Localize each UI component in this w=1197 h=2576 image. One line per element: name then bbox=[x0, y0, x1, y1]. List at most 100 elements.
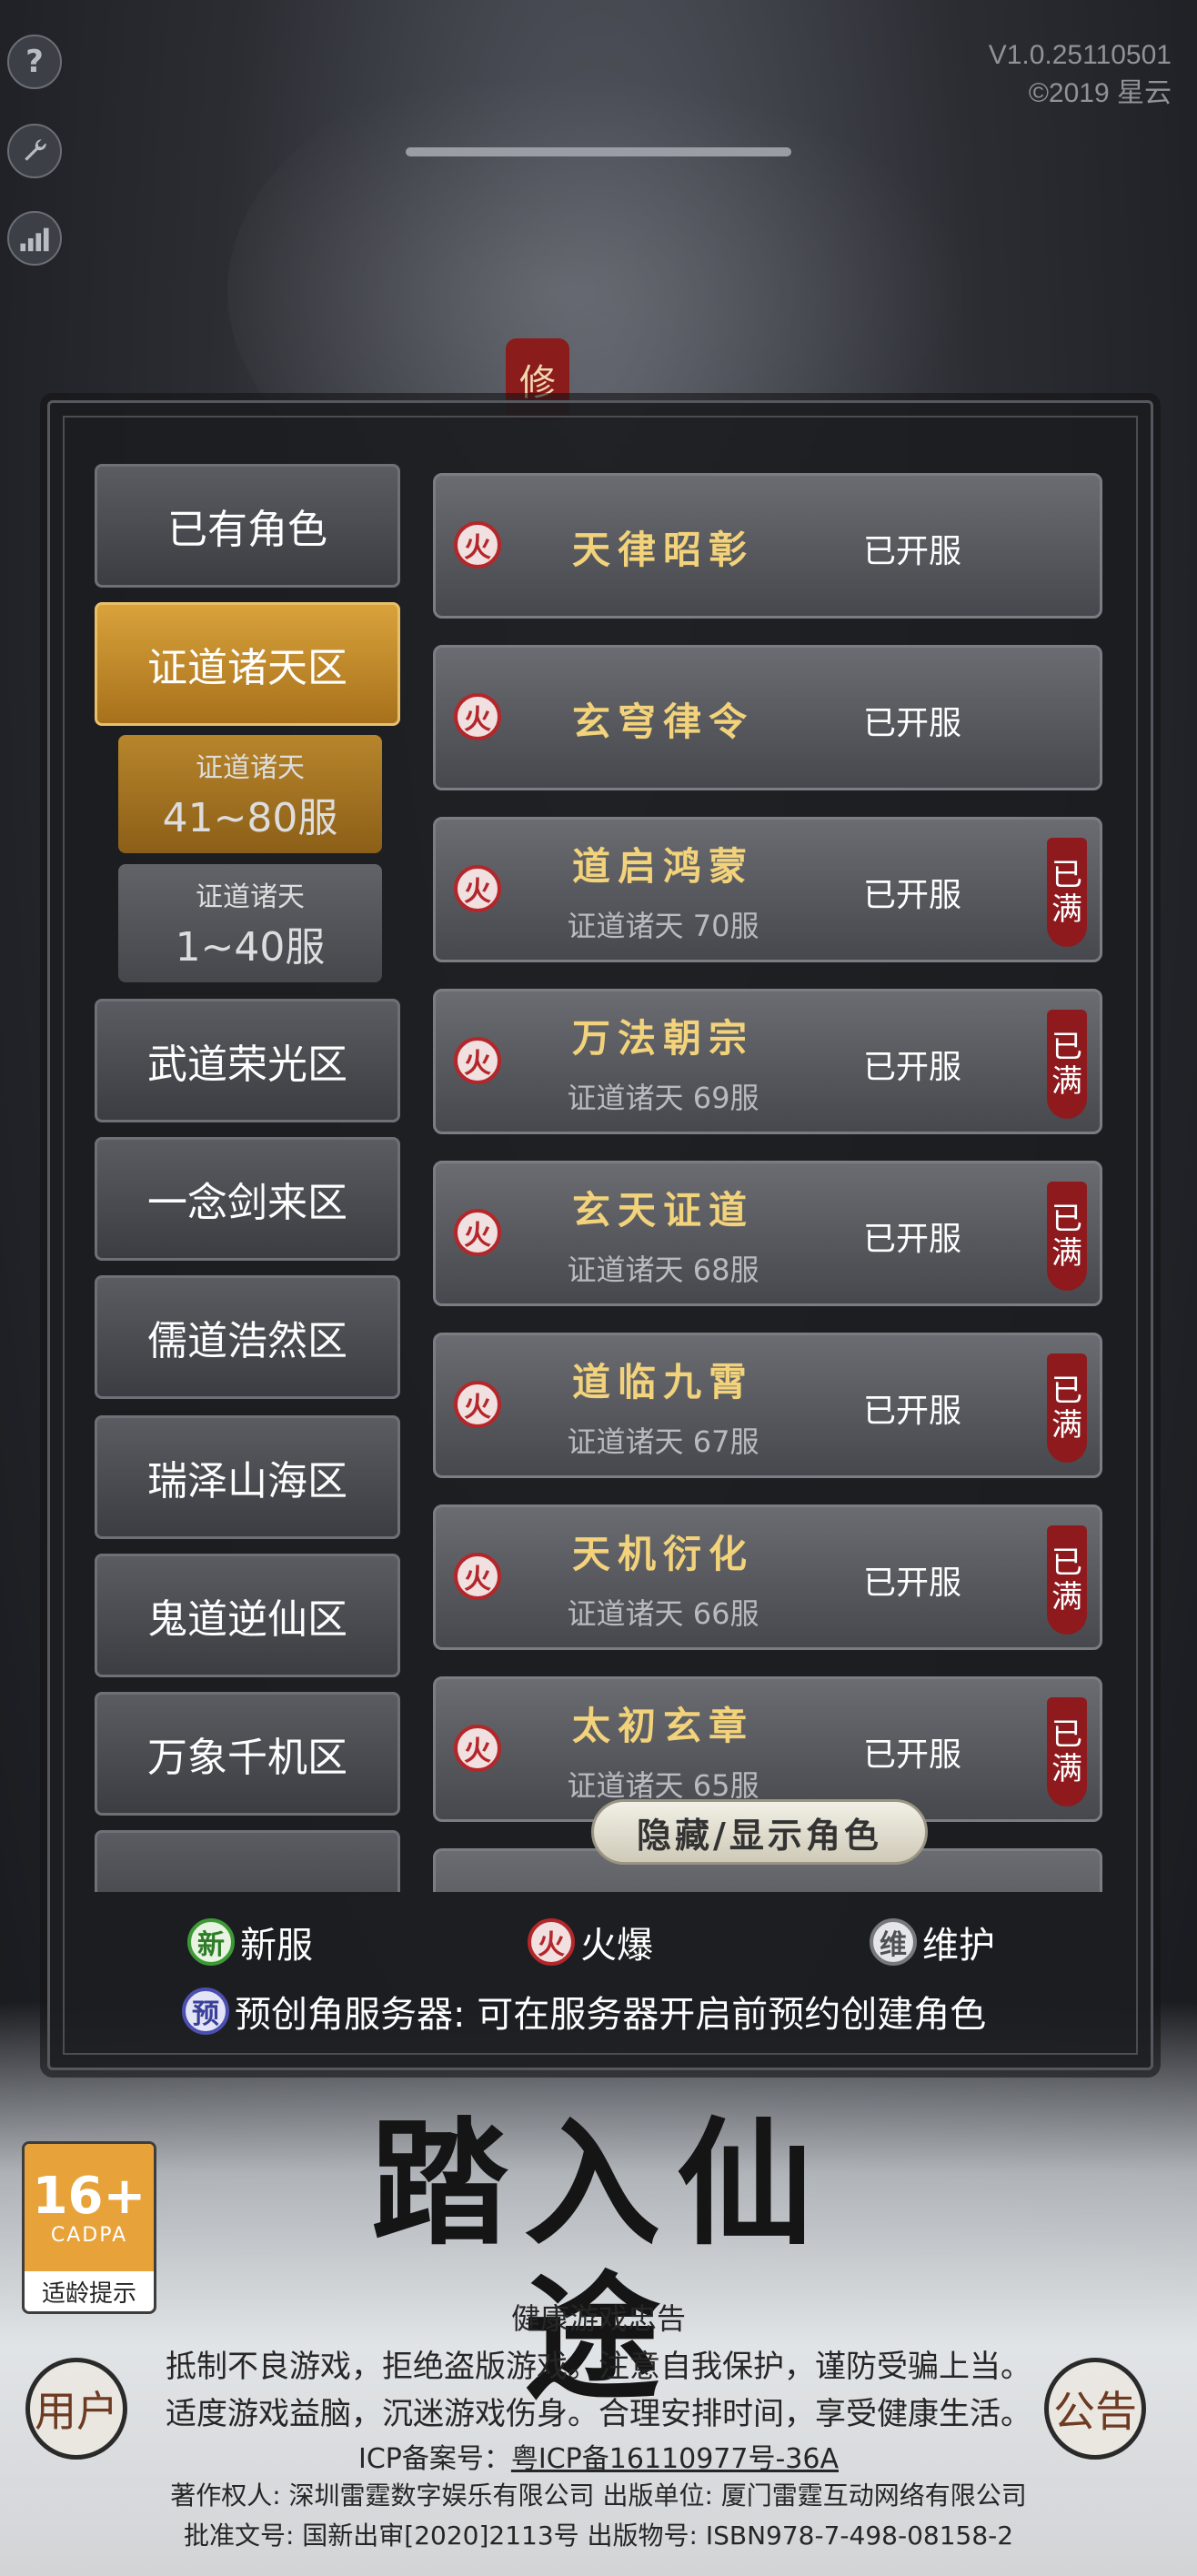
subrange-range: 1~40服 bbox=[175, 924, 326, 971]
full-tag: 已满 bbox=[1047, 1525, 1087, 1635]
fire-icon: 火 bbox=[454, 1381, 501, 1428]
server-row[interactable]: 火 万法朝宗证道诸天 69服 已开服 已满 bbox=[433, 989, 1102, 1134]
server-status: 已开服 bbox=[863, 1221, 962, 1258]
enter-game-button[interactable]: 踏入仙途 bbox=[300, 2107, 900, 2416]
server-name: 道启鸿蒙 bbox=[571, 844, 754, 889]
icp-label: ICP备案号： bbox=[358, 2443, 511, 2475]
server-row[interactable]: 火 天律昭彰 已开服 bbox=[433, 473, 1102, 619]
full-tag-char: 已 bbox=[1051, 1716, 1082, 1753]
category-guidao[interactable]: 鬼道逆仙区 bbox=[95, 1554, 400, 1677]
fire-icon: 火 bbox=[454, 1209, 501, 1256]
fire-icon: 火 bbox=[454, 865, 501, 912]
server-name: 太初玄章 bbox=[571, 1704, 754, 1748]
category-partial[interactable] bbox=[95, 1830, 400, 1892]
drag-handle[interactable] bbox=[406, 147, 791, 156]
server-row[interactable]: 火 道启鸿蒙 证道诸天 70服 已开服 已满 bbox=[433, 817, 1102, 962]
health-notice-line2: 适度游戏益脑，沉迷游戏伤身。合理安排时间，享受健康生活。 bbox=[166, 2396, 1031, 2432]
help-icon[interactable]: ? bbox=[7, 35, 62, 89]
health-notice-line1: 抵制不良游戏，拒绝盗版游戏。注意自我保护，谨防受骗上当。 bbox=[166, 2349, 1031, 2385]
fire-icon: 火 bbox=[454, 1037, 501, 1084]
legend-hot-label: 火爆 bbox=[580, 1925, 653, 1967]
maintenance-icon: 维 bbox=[870, 1918, 917, 1966]
server-subtitle: 证道诸天 67服 bbox=[567, 1424, 759, 1459]
copyright-short: ©2019 星云 bbox=[1028, 78, 1172, 108]
server-name: 万法朝宗 bbox=[571, 1016, 754, 1061]
full-tag: 已满 bbox=[1047, 1010, 1087, 1119]
legend-pre-label: 预创角服务器: 可在服务器开启前预约创建角色 bbox=[235, 1994, 987, 2036]
server-name: 玄穹律令 bbox=[571, 699, 754, 744]
server-list[interactable]: 火天律昭彰 已开服火玄穹律令 已开服火道启鸿蒙 证道诸天 70服 已开服已满火万法朝宗证… bbox=[426, 455, 1106, 1892]
server-name: 天机衍化 bbox=[571, 1532, 754, 1576]
legend-maint-label: 维护 bbox=[922, 1925, 995, 1967]
category-list[interactable]: 已有角色 证道诸天区 证道诸天 41~80服 证道诸天 1~40服 武道荣光区 … bbox=[91, 455, 407, 1892]
subrange-label: 证道诸天 bbox=[196, 752, 305, 784]
copyright-line: 著作权人: 深圳雷霆数字娱乐有限公司 出版单位: 厦门雷霆互动网络有限公司 bbox=[170, 2480, 1027, 2511]
precreate-icon: 预 bbox=[182, 1987, 229, 2035]
server-status: 已开服 bbox=[863, 705, 962, 742]
fire-icon: 火 bbox=[454, 1725, 501, 1772]
subrange-1-40[interactable]: 证道诸天 1~40服 bbox=[118, 864, 382, 982]
server-name: 玄天证道 bbox=[571, 1188, 754, 1233]
fire-icon: 火 bbox=[454, 521, 501, 569]
server-status: 已开服 bbox=[863, 533, 962, 570]
server-status: 已开服 bbox=[863, 1736, 962, 1774]
category-yinian[interactable]: 一念剑来区 bbox=[95, 1137, 400, 1261]
server-status: 已开服 bbox=[863, 877, 962, 914]
server-row[interactable]: 火 玄天证道证道诸天 68服 已开服 已满 bbox=[433, 1161, 1102, 1306]
full-tag-char: 满 bbox=[1051, 1235, 1082, 1272]
fire-icon: 火 bbox=[454, 1553, 501, 1600]
full-tag-char: 已 bbox=[1051, 1201, 1082, 1237]
age-org: CADPA bbox=[50, 2223, 128, 2247]
wrench-icon[interactable] bbox=[7, 124, 62, 178]
category-ruize[interactable]: 瑞泽山海区 bbox=[95, 1415, 400, 1539]
category-wudao[interactable]: 武道荣光区 bbox=[95, 999, 400, 1122]
category-wanxiang[interactable]: 万象千机区 bbox=[95, 1692, 400, 1816]
server-subtitle: 证道诸天 66服 bbox=[567, 1596, 759, 1631]
server-subtitle: 证道诸天 69服 bbox=[567, 1081, 759, 1115]
signal-icon[interactable] bbox=[7, 211, 62, 266]
version-info: V1.0.25110501 ©2019 星云 bbox=[989, 36, 1172, 113]
legend-new: 新 新服 bbox=[187, 1916, 313, 1968]
full-tag: 已满 bbox=[1047, 1182, 1087, 1291]
server-subtitle: 证道诸天 68服 bbox=[567, 1253, 759, 1287]
legend-pre: 预 预创角服务器: 可在服务器开启前预约创建角色 bbox=[182, 1985, 986, 2038]
category-rudao[interactable]: 儒道浩然区 bbox=[95, 1275, 400, 1399]
version-number: V1.0.25110501 bbox=[988, 40, 1172, 70]
legend-maint: 维 维护 bbox=[870, 1916, 995, 1968]
server-name: 道临九霄 bbox=[571, 1360, 754, 1404]
full-tag-char: 满 bbox=[1051, 891, 1082, 928]
server-row[interactable]: 火 道临九霄证道诸天 67服 已开服 已满 bbox=[433, 1333, 1102, 1478]
server-status: 已开服 bbox=[863, 1565, 962, 1602]
full-tag-char: 已 bbox=[1051, 857, 1082, 893]
category-zhengdao[interactable]: 证道诸天区 bbox=[95, 602, 400, 726]
full-tag-char: 已 bbox=[1051, 1545, 1082, 1581]
icp-link[interactable]: 粤ICP备16110977号-36A bbox=[511, 2443, 839, 2475]
full-tag-char: 满 bbox=[1051, 1063, 1082, 1100]
server-row[interactable]: 火 天机衍化证道诸天 66服 已开服 已满 bbox=[433, 1504, 1102, 1650]
full-tag-char: 已 bbox=[1051, 1029, 1082, 1065]
toggle-roles-button[interactable]: 隐藏/显示角色 bbox=[591, 1799, 928, 1865]
approval-line: 批准文号: 国新出审[2020]2113号 出版物号: ISBN978-7-49… bbox=[183, 2521, 1014, 2551]
new-icon: 新 bbox=[187, 1918, 235, 1966]
health-notice-title: 健康游戏忠告 bbox=[510, 2301, 686, 2336]
fire-icon: 火 bbox=[454, 693, 501, 740]
icp-line: ICP备案号：粤ICP备16110977号-36A bbox=[0, 2436, 1197, 2476]
full-tag: 已满 bbox=[1047, 1697, 1087, 1806]
full-tag: 已满 bbox=[1047, 1353, 1087, 1463]
server-status: 已开服 bbox=[863, 1393, 962, 1430]
subrange-label: 证道诸天 bbox=[196, 881, 305, 913]
server-name: 天律昭彰 bbox=[571, 528, 754, 572]
fire-icon: 火 bbox=[528, 1918, 575, 1966]
server-row[interactable]: 火 玄穹律令 已开服 bbox=[433, 645, 1102, 790]
full-tag: 已满 bbox=[1047, 838, 1087, 947]
full-tag-char: 满 bbox=[1051, 1751, 1082, 1787]
category-my-roles[interactable]: 已有角色 bbox=[95, 464, 400, 588]
full-tag-char: 已 bbox=[1051, 1373, 1082, 1409]
full-tag-char: 满 bbox=[1051, 1407, 1082, 1444]
server-status: 已开服 bbox=[863, 1049, 962, 1086]
legend-new-label: 新服 bbox=[240, 1925, 313, 1967]
subrange-41-80[interactable]: 证道诸天 41~80服 bbox=[118, 735, 382, 853]
age-rating-badge[interactable]: 16+ CADPA 适龄提示 bbox=[22, 2141, 156, 2314]
subrange-range: 41~80服 bbox=[162, 795, 338, 841]
age-rating: 16+ bbox=[32, 2166, 146, 2226]
